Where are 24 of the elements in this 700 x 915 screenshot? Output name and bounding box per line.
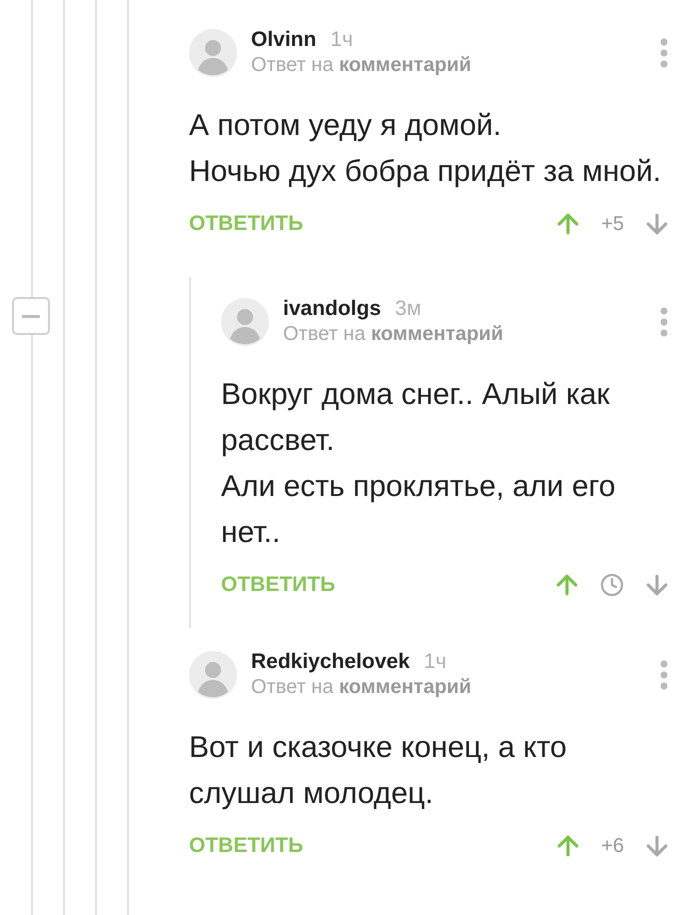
reply-to-text: Ответ на комментарий xyxy=(251,676,472,699)
reply-to-text: Ответ на комментарий xyxy=(283,323,504,346)
avatar-icon xyxy=(189,650,237,698)
comment-text: Али есть проклятье, али его нет.. xyxy=(221,469,616,551)
author-name[interactable]: ivandolgs xyxy=(283,297,382,321)
avatar-icon xyxy=(221,298,269,346)
comment-time: 1ч xyxy=(424,650,446,674)
more-icon[interactable] xyxy=(660,660,668,690)
collapse-button[interactable] xyxy=(12,297,50,335)
comment-text: Ночью дух бобра придёт за мной. xyxy=(189,154,662,190)
more-icon[interactable] xyxy=(660,306,668,336)
rating-count: +5 xyxy=(601,212,624,236)
author-name[interactable]: Olvinn xyxy=(251,28,316,52)
avatar-icon xyxy=(189,28,237,76)
comment-time: 1ч xyxy=(330,28,353,52)
comment-text: Вот и сказочке конец, а кто слушал молодец. xyxy=(189,730,568,812)
reply-to-text: Ответ на комментарий xyxy=(251,54,472,77)
comment-text: Вокруг дома снег.. Алый как рассвет. xyxy=(221,377,611,459)
comment-text: А потом уеду я домой. xyxy=(189,108,502,144)
author-name[interactable]: Redkiychelovek xyxy=(251,650,410,674)
minus-icon xyxy=(22,314,40,318)
comment-time: 3м xyxy=(395,297,422,321)
rating-count: +6 xyxy=(601,834,624,858)
more-icon[interactable] xyxy=(660,38,668,68)
